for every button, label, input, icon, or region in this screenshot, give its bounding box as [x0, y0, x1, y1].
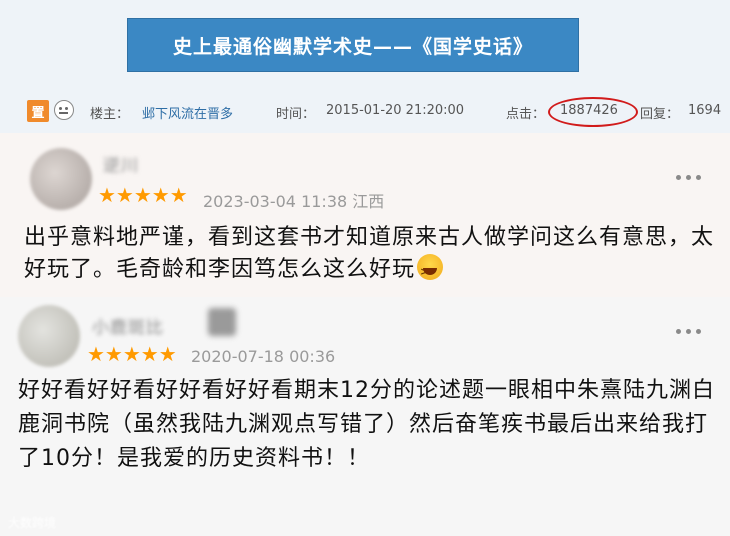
post-time: 2015-01-20 21:20:00	[326, 103, 465, 118]
pinned-badge: 置	[27, 100, 49, 122]
username[interactable]: 小鹿斑比	[92, 313, 164, 338]
user-badge-icon	[208, 308, 236, 336]
watermark: 大数跨境	[8, 516, 57, 530]
avatar[interactable]	[18, 305, 80, 367]
replies-label: 回复：	[640, 107, 680, 122]
username[interactable]: 逆川	[103, 151, 139, 176]
more-options-icon[interactable]	[676, 175, 701, 180]
views-highlight-circle	[548, 97, 638, 127]
laughing-emoji-icon	[417, 254, 444, 320]
views-label: 点击：	[506, 107, 546, 122]
comment-datetime: 2020-07-18 00:36	[191, 347, 336, 366]
comment-text-content: 出乎意料地严谨，看到这套书才知道原来古人做学问这么有意思，太好玩了。毛奇龄和李因…	[24, 225, 715, 282]
comment-datetime: 2023-03-04 11:38 江西	[203, 192, 385, 211]
time-label: 时间：	[276, 107, 316, 122]
star-rating: ★★★★★	[98, 183, 188, 207]
thread-title-banner[interactable]: 史上最通俗幽默学术史——《国学史话》	[127, 18, 579, 72]
replies-count: 1694	[688, 103, 722, 118]
thread-meta-row: 置 楼主： 邺下风流在晋多 时间： 2015-01-20 21:20:00 点击…	[0, 97, 730, 127]
face-icon	[54, 100, 74, 120]
star-rating: ★★★★★	[87, 342, 177, 366]
more-options-icon[interactable]	[676, 329, 701, 334]
comment-card: 小鹿斑比 ★★★★★ 2020-07-18 00:36 好好看好好看好好看好好看…	[0, 297, 730, 536]
avatar[interactable]	[30, 148, 92, 210]
comment-text: 出乎意料地严谨，看到这套书才知道原来古人做学问这么有意思，太好玩了。毛奇龄和李因…	[24, 222, 715, 320]
poster-label: 楼主：	[90, 107, 130, 122]
forum-header: 史上最通俗幽默学术史——《国学史话》 置 楼主： 邺下风流在晋多 时间： 201…	[0, 0, 730, 133]
comment-card: 逆川 ★★★★★ 2023-03-04 11:38 江西 出乎意料地严谨，看到这…	[0, 133, 730, 320]
poster-name-link[interactable]: 邺下风流在晋多	[142, 103, 233, 122]
comment-text: 好好看好好看好好看好好看期末12分的论述题一眼相中朱熹陆九渊白鹿洞书院（虽然我陆…	[18, 378, 715, 471]
